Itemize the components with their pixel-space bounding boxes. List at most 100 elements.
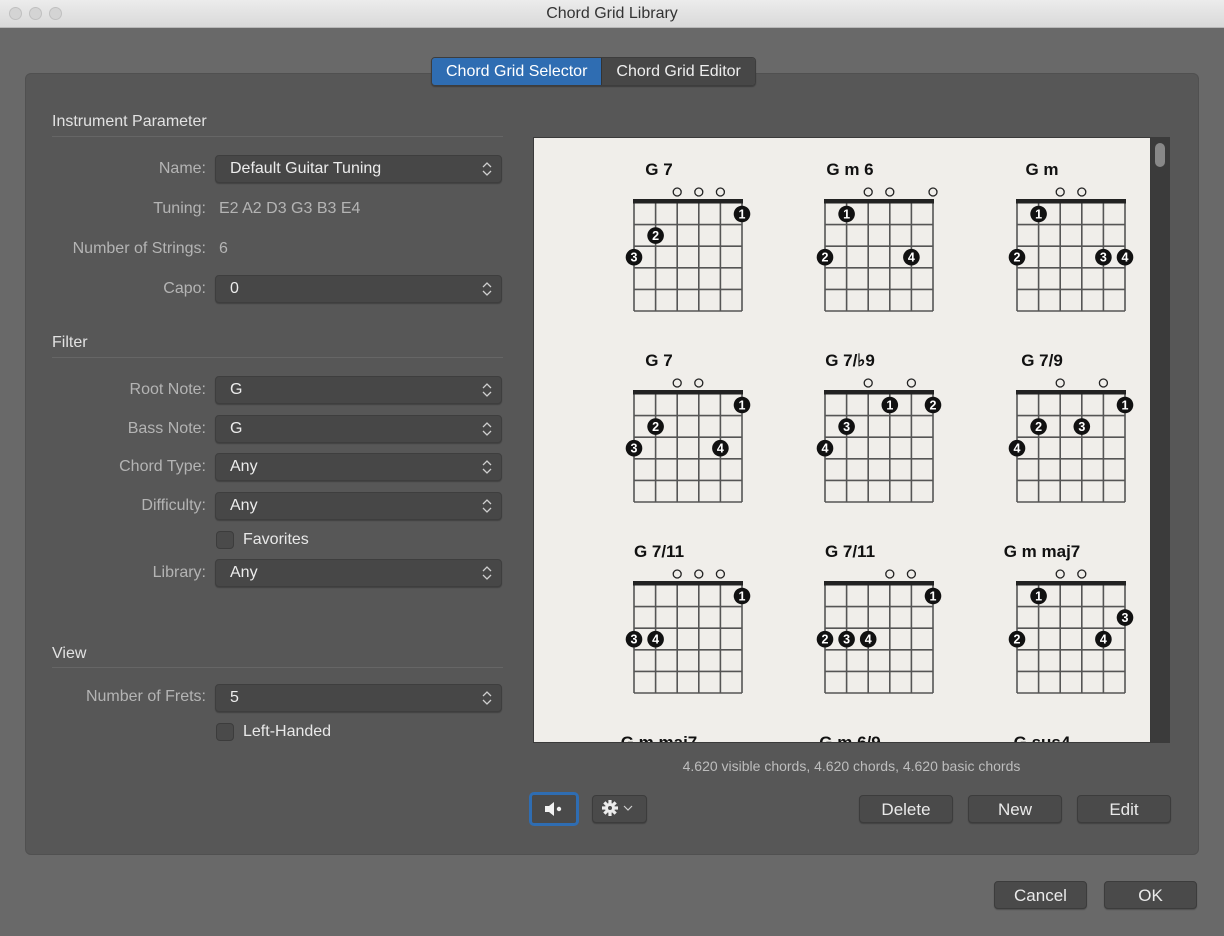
chord-diagram[interactable]: G 71234	[564, 329, 754, 519]
nut	[1016, 581, 1126, 586]
open-string-marker	[885, 569, 895, 579]
library-popup[interactable]: Any	[215, 559, 502, 587]
nut	[633, 581, 743, 586]
finger-number: 3	[843, 633, 850, 647]
chord-diagram[interactable]: G 7/11 1 2 3 4	[755, 520, 945, 710]
finger-number: 2	[1014, 633, 1021, 647]
finger-number: 3	[631, 251, 638, 265]
tab-chord-grid-editor[interactable]: Chord Grid Editor	[601, 58, 755, 85]
finger-number: 2	[652, 420, 659, 434]
open-string-marker	[1055, 187, 1065, 197]
edit-button[interactable]: Edit	[1077, 795, 1171, 823]
left-handed-checkbox[interactable]: Left-Handed	[216, 723, 331, 741]
scrollbar-thumb[interactable]	[1155, 143, 1165, 167]
open-string-marker	[863, 378, 873, 388]
number-of-strings-value: 6	[219, 240, 228, 257]
up-down-arrows-icon	[482, 422, 492, 436]
finger-number: 1	[886, 399, 893, 413]
name-popup[interactable]: Default Guitar Tuning	[215, 155, 502, 183]
finger-number: 1	[1035, 208, 1042, 222]
chord-type-popup[interactable]: Any	[215, 453, 502, 481]
divider	[52, 136, 503, 137]
name-value: Default Guitar Tuning	[230, 160, 382, 177]
chord-grid	[755, 711, 945, 743]
left-handed-label: Left-Handed	[243, 723, 332, 740]
finger-number: 3	[843, 420, 850, 434]
chevron-down-icon	[623, 805, 632, 811]
nut	[824, 390, 934, 395]
open-string-marker	[694, 378, 704, 388]
chord-diagram[interactable]: G sus4	[947, 711, 1137, 742]
vertical-scrollbar[interactable]	[1151, 137, 1170, 743]
name-label: Name:	[158, 160, 206, 177]
up-down-arrows-icon	[482, 162, 492, 176]
capo-value: 0	[230, 280, 239, 297]
finger-number: 4	[865, 633, 872, 647]
nut	[824, 199, 934, 204]
favorites-checkbox-box[interactable]	[216, 531, 234, 549]
action-menu-button[interactable]	[592, 795, 647, 823]
nut	[633, 390, 743, 395]
open-string-marker	[1098, 378, 1109, 388]
finger-number: 1	[739, 208, 746, 222]
number-of-frets-value: 5	[230, 689, 239, 706]
chord-grid-list[interactable]: G 7123G m 6124G m1234G 71234G 7/♭9 1 2 3 4 G …	[533, 137, 1151, 743]
chord-diagram[interactable]: G m 6/9	[755, 711, 945, 743]
open-string-marker	[672, 187, 682, 197]
chord-diagram[interactable]: G m maj7 1 2 3 4	[947, 520, 1137, 710]
tuning-label: Tuning:	[153, 200, 206, 217]
up-down-arrows-icon	[482, 282, 492, 296]
bass-note-popup[interactable]: G	[215, 415, 502, 443]
nut	[633, 199, 743, 204]
open-string-marker	[672, 378, 682, 388]
finger-number: 1	[739, 399, 746, 413]
open-string-marker	[928, 187, 938, 197]
finger-number: 1	[843, 208, 850, 222]
library-label: Library:	[152, 564, 206, 581]
nut	[824, 581, 934, 586]
tab-chord-grid-selector[interactable]: Chord Grid Selector	[432, 58, 602, 85]
new-button[interactable]: New	[968, 795, 1062, 823]
number-of-strings-label: Number of Strings:	[72, 240, 206, 257]
open-string-marker	[715, 569, 726, 579]
chord-diagram[interactable]: G m1234	[947, 138, 1137, 328]
chord-diagram[interactable]: G m maj7	[564, 711, 754, 742]
left-handed-checkbox-box[interactable]	[216, 723, 234, 741]
finger-number: 1	[739, 590, 746, 604]
cancel-button[interactable]: Cancel	[994, 881, 1087, 909]
chord-diagram[interactable]: G 7/♭9 1 2 3 4	[755, 329, 945, 519]
finger-number: 2	[1035, 420, 1042, 434]
chord-type-value: Any	[230, 458, 258, 475]
open-string-marker	[906, 569, 917, 579]
finger-number: 3	[1122, 611, 1129, 625]
capo-popup[interactable]: 0	[215, 275, 502, 303]
view-heading: View	[52, 645, 87, 662]
bass-note-label: Bass Note:	[127, 420, 206, 437]
ok-button[interactable]: OK	[1104, 881, 1197, 909]
difficulty-popup[interactable]: Any	[215, 492, 502, 520]
finger-number: 4	[908, 251, 915, 265]
chord-diagram[interactable]: G m 6124	[755, 138, 945, 328]
delete-button[interactable]: Delete	[859, 795, 953, 823]
chord-grid: 1234	[1008, 569, 1134, 694]
finger-number: 2	[822, 633, 829, 647]
up-down-arrows-icon	[482, 383, 492, 397]
root-note-popup[interactable]: G	[215, 376, 502, 404]
difficulty-label: Difficulty:	[141, 497, 206, 514]
chord-diagram[interactable]: G 7/11 1 3 4	[564, 520, 754, 710]
tuning-value: E2 A2 D3 G3 B3 E4	[219, 200, 361, 217]
bass-note-value: G	[230, 420, 243, 437]
finger-number: 3	[631, 442, 638, 456]
chord-grid: 1234	[1008, 378, 1134, 503]
finger-number: 4	[1122, 251, 1129, 265]
favorites-checkbox[interactable]: Favorites	[216, 531, 309, 549]
chord-grid: 1 2 4	[816, 187, 938, 312]
open-string-marker	[672, 569, 682, 579]
chord-grid: 1234	[625, 378, 751, 503]
chord-diagram[interactable]: G 7/9 1 2 3 4	[947, 329, 1137, 519]
title-bar: Chord Grid Library	[0, 0, 1224, 28]
open-string-marker	[694, 187, 704, 197]
chord-diagram[interactable]: G 7123	[564, 138, 754, 328]
number-of-frets-popup[interactable]: 5	[215, 684, 502, 712]
play-chord-button[interactable]	[530, 793, 578, 825]
